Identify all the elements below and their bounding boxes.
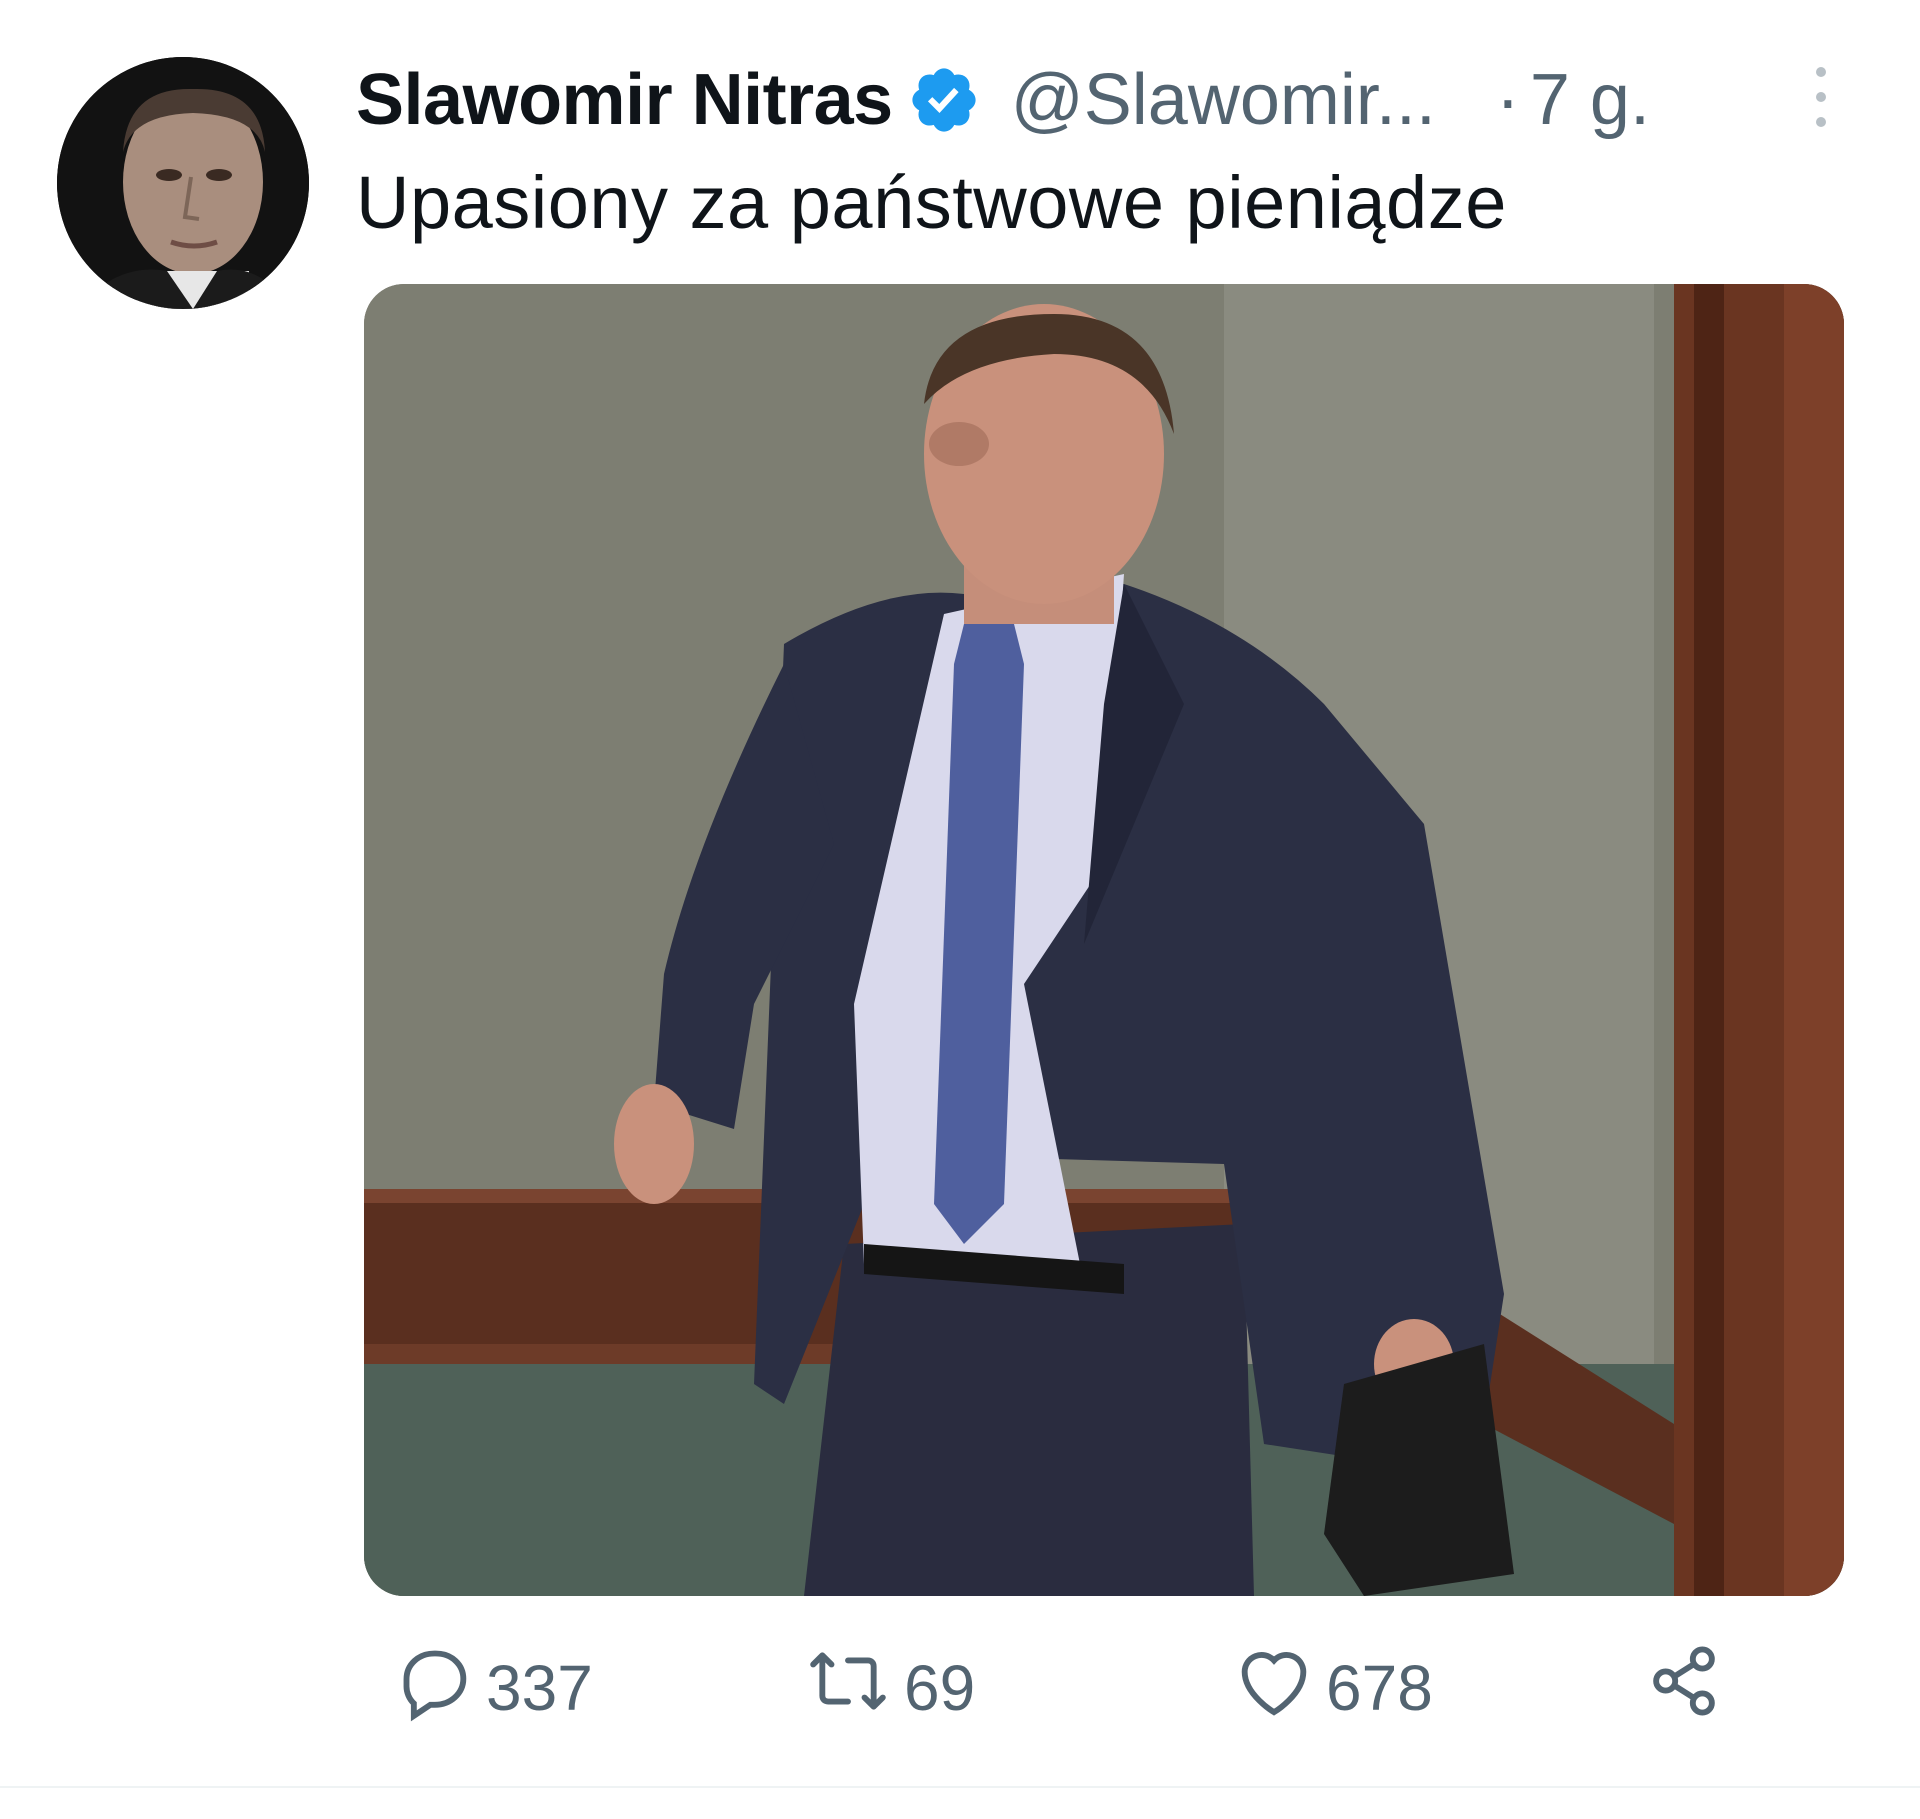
like-count: 678 — [1326, 1652, 1433, 1724]
share-icon — [1640, 1637, 1736, 1740]
tweet-header: Slawomir Nitras @Slawomir... · 7 g. — [356, 52, 1650, 148]
reply-count: 337 — [486, 1652, 593, 1724]
avatar-photo — [57, 57, 309, 309]
tweet-timestamp[interactable]: 7 g. — [1530, 59, 1650, 141]
reply-button[interactable]: 337 — [390, 1640, 593, 1736]
tweet-text: Upasiony za państwowe pieniądze — [356, 161, 1507, 244]
verified-badge-icon — [907, 63, 981, 137]
author-handle[interactable]: @Slawomir... — [1011, 59, 1436, 141]
tweet-actions-bar: 337 69 678 — [390, 1640, 1740, 1736]
tweet-card[interactable]: Slawomir Nitras @Slawomir... · 7 g. Upas… — [0, 0, 1920, 1790]
retweet-button[interactable]: 69 — [800, 1640, 975, 1736]
tweet-media-photo[interactable] — [364, 284, 1844, 1596]
heart-icon — [1230, 1637, 1326, 1740]
retweet-count: 69 — [904, 1652, 976, 1724]
separator-dot: · — [1495, 60, 1520, 140]
share-button[interactable] — [1640, 1640, 1736, 1736]
author-avatar[interactable] — [57, 57, 309, 309]
more-options-icon[interactable] — [1806, 62, 1836, 132]
tweet-divider — [0, 1786, 1920, 1788]
like-button[interactable]: 678 — [1230, 1640, 1433, 1736]
author-display-name[interactable]: Slawomir Nitras — [356, 59, 893, 141]
reply-icon — [390, 1637, 486, 1740]
photo-illustration — [364, 284, 1844, 1596]
retweet-icon — [800, 1637, 904, 1740]
